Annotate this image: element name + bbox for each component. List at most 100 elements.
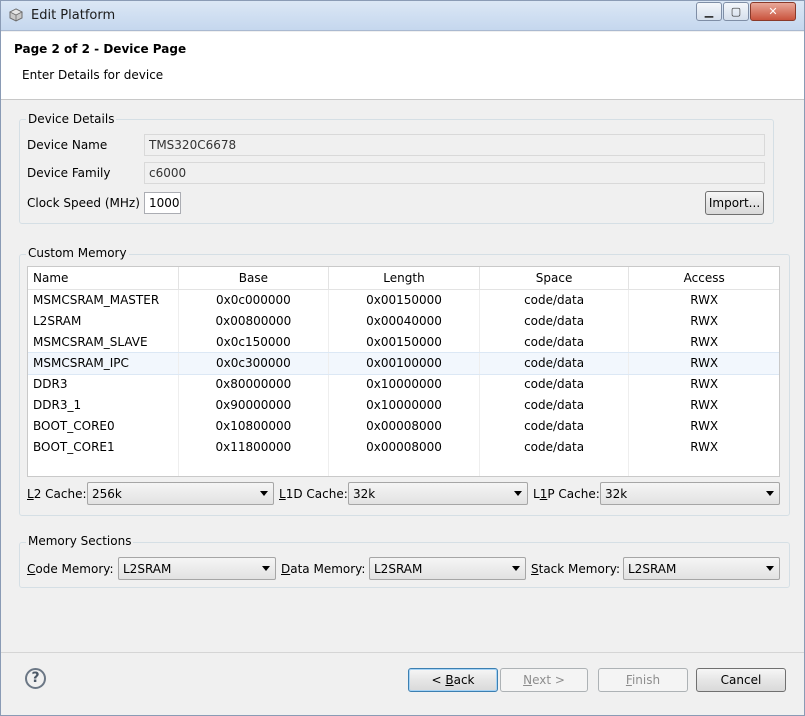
cell-name: L2SRAM (28, 311, 179, 332)
help-icon[interactable]: ? (25, 668, 46, 689)
l2-cache-label: L2 Cache: (27, 487, 87, 501)
window-title: Edit Platform (31, 8, 116, 23)
table-row[interactable]: MSMCSRAM_SLAVE 0x0c150000 0x00150000 code/d… (28, 332, 779, 353)
cell-length: 0x00150000 (329, 290, 480, 311)
chevron-down-icon (766, 566, 774, 571)
table-row[interactable]: BOOT_CORE1 0x11800000 0x00008000 code/data R… (28, 437, 779, 458)
table-row[interactable]: L2SRAM 0x00800000 0x00040000 code/data RWX (28, 311, 779, 332)
cell-access: RWX (690, 356, 719, 370)
l1p-cache-select[interactable]: 32k (600, 482, 780, 505)
cell-base: 0x0c150000 (179, 332, 330, 353)
table-header: Name Base Length Space Access (28, 267, 779, 290)
cell-space: code/data (480, 290, 630, 311)
code-memory-label: Code Memory: (27, 562, 114, 576)
device-family-field[interactable]: c6000 (144, 162, 765, 184)
cell-length: 0x00040000 (329, 311, 480, 332)
cell-space: code/data (480, 374, 630, 395)
l1p-cache-value: 32k (605, 487, 628, 501)
cell-access: RWX (690, 377, 719, 391)
minimize-button[interactable]: ▁ (696, 2, 722, 21)
cell-name: MSMCSRAM_SLAVE (28, 332, 179, 353)
column-header-space[interactable]: Space (480, 267, 630, 290)
column-header-base[interactable]: Base (179, 267, 330, 290)
empty-cell (179, 458, 330, 476)
column-header-name[interactable]: Name (28, 267, 179, 290)
l1p-cache-label: L1P Cache: (533, 487, 600, 501)
back-button[interactable]: < Back (408, 668, 498, 692)
code-memory-value: L2SRAM (123, 562, 172, 576)
stack-memory-select[interactable]: L2SRAM (623, 557, 780, 580)
stack-memory-value: L2SRAM (628, 562, 677, 576)
cell-length: 0x00150000 (329, 332, 480, 353)
cell-space: code/data (480, 395, 630, 416)
cell-access: RWX (690, 293, 719, 307)
table-row[interactable]: BOOT_CORE0 0x10800000 0x00008000 code/data R… (28, 416, 779, 437)
cell-name: BOOT_CORE0 (28, 416, 179, 437)
cell-space: code/data (480, 437, 630, 458)
device-name-label: Device Name (27, 138, 108, 152)
cell-space: code/data (480, 311, 630, 332)
empty-cell (480, 458, 630, 476)
cell-space: code/data (480, 416, 630, 437)
next-button[interactable]: Next > (500, 668, 588, 692)
data-memory-select[interactable]: L2SRAM (369, 557, 526, 580)
table-row[interactable]: MSMCSRAM_MASTER 0x0c000000 0x00150000 code/… (28, 290, 779, 311)
cell-base: 0x11800000 (179, 437, 330, 458)
cell-base: 0x0c000000 (179, 290, 330, 311)
table-row-empty[interactable] (28, 458, 779, 476)
stack-memory-label: Stack Memory: (531, 562, 621, 576)
empty-cell (329, 458, 480, 476)
l2-cache-select[interactable]: 256k (87, 482, 274, 505)
table-row[interactable]: DDR3_1 0x90000000 0x10000000 code/data RWX (28, 395, 779, 416)
memory-table[interactable]: Name Base Length Space Access MSMCSRAM_M… (27, 266, 780, 477)
cell-space: code/data (480, 332, 630, 353)
maximize-button[interactable]: ▢ (723, 2, 749, 21)
chevron-down-icon (512, 566, 520, 571)
custom-memory-title: Custom Memory (26, 246, 129, 260)
cell-length: 0x00100000 (329, 353, 480, 374)
page-subtitle: Enter Details for device (22, 68, 164, 82)
cell-access: RWX (690, 419, 719, 433)
l1d-cache-label: L1D Cache: (279, 487, 348, 501)
table-row[interactable]: MSMCSRAM_IPC 0x0c300000 0x00100000 code/dat… (28, 352, 779, 375)
cancel-button[interactable]: Cancel (696, 668, 786, 692)
column-header-access[interactable]: Access (629, 267, 779, 290)
device-family-label: Device Family (27, 166, 111, 180)
chevron-down-icon (514, 491, 522, 496)
wizard-header: Page 2 of 2 - Device Page Enter Details … (1, 32, 804, 100)
chevron-down-icon (262, 566, 270, 571)
l1d-cache-select[interactable]: 32k (348, 482, 528, 505)
cell-access: RWX (690, 440, 719, 454)
footer-divider (1, 652, 804, 653)
cell-name: MSMCSRAM_IPC (28, 353, 179, 374)
empty-cell (629, 458, 779, 476)
cell-base: 0x00800000 (179, 311, 330, 332)
cell-length: 0x10000000 (329, 374, 480, 395)
device-details-title: Device Details (26, 112, 117, 126)
cell-access: RWX (690, 335, 719, 349)
column-header-length[interactable]: Length (329, 267, 480, 290)
device-name-field[interactable]: TMS320C6678 (144, 134, 765, 156)
l1d-cache-value: 32k (353, 487, 376, 501)
chevron-down-icon (260, 491, 268, 496)
memory-sections-title: Memory Sections (26, 534, 134, 548)
import-button[interactable]: Import... (705, 191, 764, 215)
table-row[interactable]: DDR3 0x80000000 0x10000000 code/data RWX (28, 374, 779, 395)
cell-name: BOOT_CORE1 (28, 437, 179, 458)
title-bar[interactable]: Edit Platform ▁ ▢ ✕ (1, 1, 804, 31)
cell-name: DDR3 (28, 374, 179, 395)
chevron-down-icon (766, 491, 774, 496)
empty-cell (28, 458, 179, 476)
close-button[interactable]: ✕ (750, 2, 796, 21)
finish-button[interactable]: Finish (598, 668, 688, 692)
code-memory-select[interactable]: L2SRAM (118, 557, 276, 580)
cell-access: RWX (690, 398, 719, 412)
cell-access: RWX (690, 314, 719, 328)
clock-speed-input[interactable]: 1000 (144, 192, 181, 214)
cell-name: MSMCSRAM_MASTER (28, 290, 179, 311)
edit-platform-dialog: Edit Platform ▁ ▢ ✕ Page 2 of 2 - Device… (0, 0, 805, 716)
cell-length: 0x10000000 (329, 395, 480, 416)
app-icon (9, 8, 23, 22)
cell-name: DDR3_1 (28, 395, 179, 416)
data-memory-label: Data Memory: (281, 562, 366, 576)
